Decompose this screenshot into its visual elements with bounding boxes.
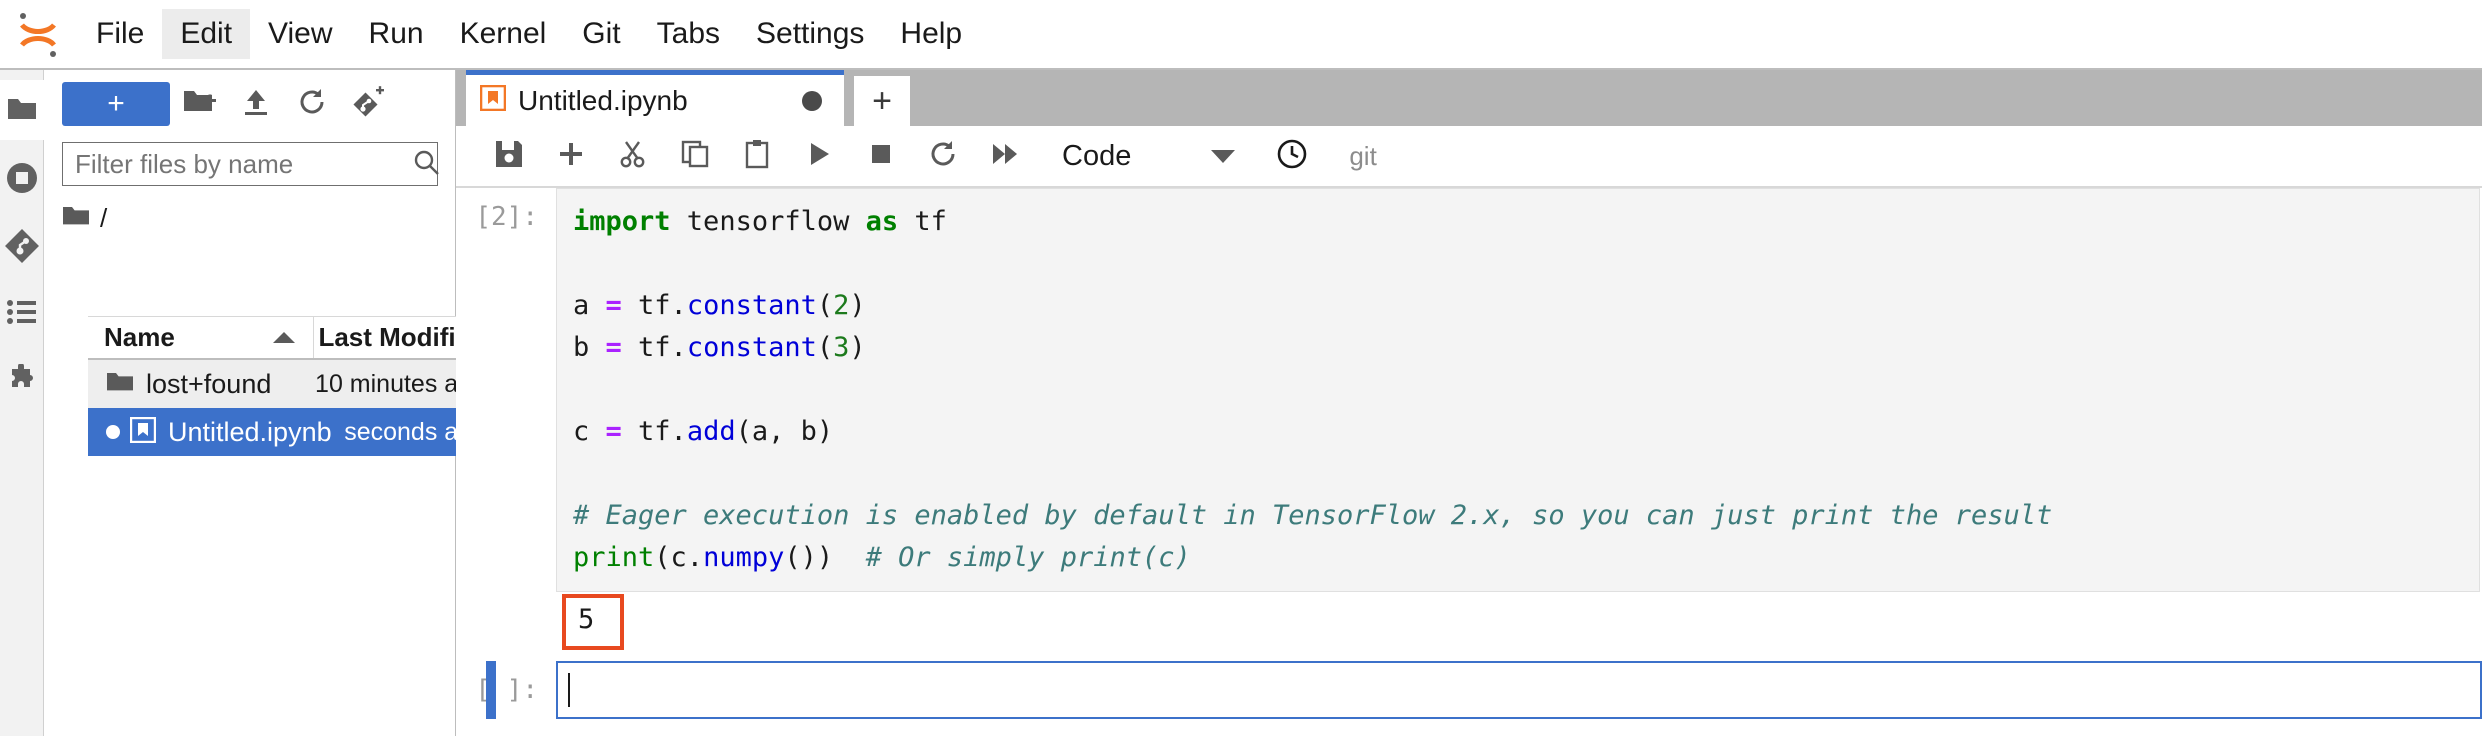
menu-tabs[interactable]: Tabs [639, 9, 738, 59]
cell-editor[interactable]: import tensorflow as tf a = tf.constant(… [556, 188, 2480, 592]
sort-ascending-icon [273, 332, 295, 343]
file-browser-panel: + / [44, 70, 500, 736]
cut-cells-button[interactable] [602, 130, 664, 182]
tab-title: Untitled.ipynb [518, 84, 688, 116]
puzzle-icon [6, 362, 38, 401]
kernel-busy-indicator[interactable] [1261, 130, 1323, 182]
sidebar-item-git[interactable] [0, 218, 44, 278]
copy-icon [680, 139, 710, 174]
run-cell-button[interactable] [788, 130, 850, 182]
git-icon [5, 228, 39, 268]
search-icon [412, 148, 440, 181]
refresh-button[interactable] [286, 82, 338, 126]
new-folder-icon [183, 87, 217, 122]
main-area: Untitled.ipynb + Code git [2]: import te… [456, 70, 2482, 736]
sidebar-item-file-browser[interactable] [0, 80, 44, 140]
tab-unsaved-indicator[interactable] [802, 90, 822, 111]
play-icon [805, 140, 833, 173]
breadcrumb-root[interactable]: / [100, 203, 107, 234]
git-status-label: git [1349, 140, 1377, 171]
cell-editor-empty[interactable] [556, 661, 2482, 719]
active-cell-indicator-bar [486, 661, 496, 719]
notebook-icon [479, 84, 507, 116]
insert-cell-button[interactable] [540, 130, 602, 182]
cell-prompt: [ ]: [475, 675, 538, 705]
plus-icon [556, 139, 586, 174]
output-prompt [456, 592, 556, 647]
filter-files-field[interactable] [62, 142, 440, 186]
file-browser-toolbar: + [44, 70, 456, 138]
sidebar-item-extensions[interactable] [0, 352, 44, 412]
notebook-toolbar: Code git [456, 126, 2482, 188]
menu-git[interactable]: Git [564, 9, 638, 59]
file-list-item-untitled-ipynb[interactable]: Untitled.ipynb seconds ago [88, 408, 500, 456]
notebook-cell-empty-active[interactable]: [ ]: [456, 661, 2482, 719]
stop-icon [867, 140, 895, 173]
save-notebook-button[interactable] [478, 130, 540, 182]
menu-edit[interactable]: Edit [162, 9, 251, 59]
sidebar-item-table-of-contents[interactable] [0, 284, 44, 344]
cell-source: import tensorflow as tf a = tf.constant(… [573, 206, 2053, 573]
breadcrumb[interactable]: / [62, 198, 438, 238]
restart-kernel-button[interactable] [912, 130, 974, 182]
restart-and-run-all-button[interactable] [974, 130, 1036, 182]
chevron-down-icon [1211, 149, 1236, 163]
cell-prompt: [2]: [475, 202, 538, 232]
copy-cells-button[interactable] [664, 130, 726, 182]
git-clone-button[interactable] [342, 82, 394, 126]
notebook-cell-output: 5 [456, 592, 2482, 650]
cell-type-select[interactable]: Code [1062, 139, 1236, 173]
file-list-header: Name Last Modified [88, 316, 500, 360]
folder-icon [6, 94, 38, 127]
menu-file[interactable]: File [78, 9, 162, 59]
list-icon [6, 298, 38, 331]
notebook-tab-bar: Untitled.ipynb + [456, 70, 2482, 126]
scissors-icon [618, 139, 648, 174]
clock-icon [1276, 138, 1308, 175]
unsaved-indicator-dot [106, 425, 120, 439]
file-list-item-lost-found[interactable]: lost+found 10 minutes ago [88, 360, 500, 408]
text-cursor [568, 673, 570, 707]
upload-icon [241, 87, 271, 122]
notebook-cells-container: [2]: import tensorflow as tf a = tf.cons… [456, 188, 2482, 736]
paste-cells-button[interactable] [726, 130, 788, 182]
menu-run[interactable]: Run [351, 9, 442, 59]
notebook-icon [129, 416, 157, 448]
refresh-icon [297, 87, 327, 122]
sidebar-item-running[interactable] [0, 150, 44, 210]
cell-output-text: 5 [578, 604, 595, 635]
filter-files-input[interactable] [73, 147, 412, 181]
activity-bar [0, 70, 44, 736]
folder-icon [106, 370, 134, 399]
running-terminals-icon [5, 161, 39, 200]
column-header-name-label: Name [104, 322, 175, 352]
menu-bar: File Edit View Run Kernel Git Tabs Setti… [0, 0, 2482, 70]
jupyter-logo [12, 8, 64, 60]
interrupt-kernel-button[interactable] [850, 130, 912, 182]
tab-untitled-ipynb[interactable]: Untitled.ipynb [466, 70, 844, 126]
menu-help[interactable]: Help [882, 9, 980, 59]
menu-kernel[interactable]: Kernel [442, 9, 565, 59]
notebook-cell-code[interactable]: [2]: import tensorflow as tf a = tf.cons… [456, 188, 2482, 592]
column-header-name[interactable]: Name [88, 317, 314, 358]
cell-output-area: 5 [556, 592, 2482, 650]
paste-icon [742, 139, 772, 174]
menu-view[interactable]: View [250, 9, 350, 59]
file-name: Untitled.ipynb [168, 416, 332, 447]
upload-button[interactable] [230, 82, 282, 126]
new-launcher-button[interactable]: + [62, 82, 170, 126]
save-icon [494, 139, 524, 174]
cell-type-value: Code [1062, 139, 1132, 172]
fast-forward-icon [990, 140, 1020, 173]
restart-icon [928, 139, 958, 174]
file-name: lost+found [146, 368, 272, 399]
new-folder-button[interactable] [174, 82, 226, 126]
folder-icon [62, 204, 90, 233]
new-tab-button[interactable]: + [854, 76, 910, 126]
menu-settings[interactable]: Settings [738, 9, 882, 59]
git-clone-icon [352, 85, 384, 123]
